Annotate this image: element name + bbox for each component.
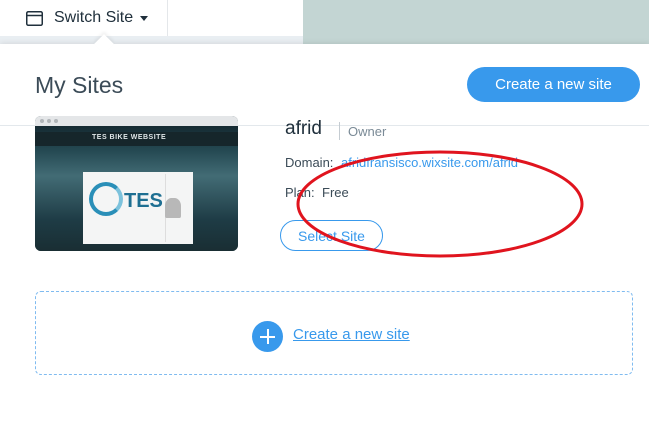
- create-new-site-link[interactable]: Create a new site: [293, 326, 410, 343]
- thumbnail-header-text: TES BIKE WEBSITE: [92, 134, 167, 141]
- site-thumbnail[interactable]: TES BIKE WEBSITE TES: [35, 116, 238, 251]
- editor-background-strip: [303, 0, 649, 44]
- browser-window-icon: [26, 10, 43, 26]
- red-ellipse-annotation: [296, 150, 584, 258]
- panel-pointer: [94, 34, 114, 54]
- page-title: My Sites: [35, 72, 124, 98]
- thumbnail-person-image: [165, 198, 181, 218]
- caret-down-icon: [140, 15, 149, 21]
- thumbnail-browser-bar: [35, 116, 238, 126]
- site-role: Owner: [348, 124, 387, 139]
- browser-dot-icon: [54, 119, 58, 123]
- separator: [339, 122, 340, 140]
- plus-circle-icon[interactable]: [252, 321, 283, 352]
- browser-dot-icon: [47, 119, 51, 123]
- create-new-site-button[interactable]: Create a new site: [467, 67, 640, 102]
- switch-site-button[interactable]: Switch Site: [0, 0, 168, 36]
- top-bar: Switch Site: [0, 0, 649, 44]
- browser-dot-icon: [40, 119, 44, 123]
- site-name: afrid: [285, 118, 322, 139]
- thumbnail-logo-text: TES: [124, 190, 163, 212]
- tes-logo-icon: [89, 182, 123, 216]
- switch-site-label: Switch Site: [54, 9, 134, 26]
